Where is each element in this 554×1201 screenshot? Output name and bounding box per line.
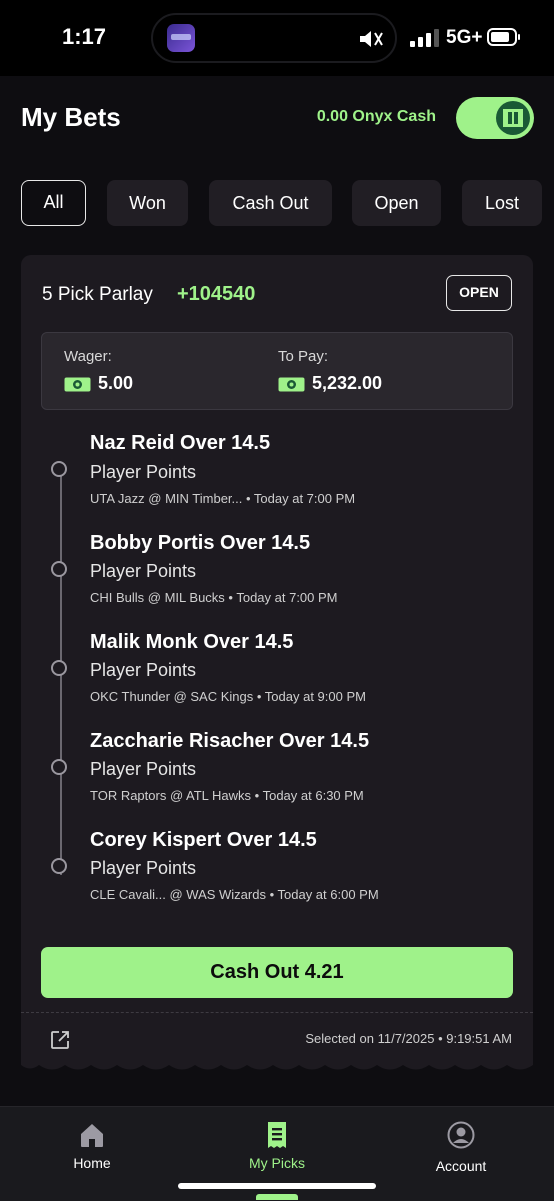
pick-title: Naz Reid Over 14.5 [90,432,271,454]
cash-icon [278,377,305,392]
pick-status-dot [51,759,67,775]
parlay-odds: +104540 [177,283,256,305]
ticket-icon [268,1122,286,1148]
pick-status-dot [51,461,67,477]
status-badge: OPEN [446,275,512,311]
to-pay-label: To Pay: [278,348,329,365]
filter-lost[interactable]: Lost [462,180,542,226]
network-type: 5G+ [446,27,483,48]
home-icon [81,1124,103,1147]
filter-open[interactable]: Open [352,180,441,226]
pick-status-dot [51,660,67,676]
wager-value: 5.00 [98,373,134,393]
tab-label: Account [435,1158,487,1174]
live-activity-app-icon [167,24,195,52]
pick-game-info: CHI Bulls @ MIL Bucks • Today at 7:00 PM [90,590,338,605]
pick-game-info: CLE Cavali... @ WAS Wizards • Today at 6… [90,887,379,902]
pick-market: Player Points [90,462,197,482]
tab-label: My Picks [249,1155,305,1171]
status-time: 1:17 [62,24,107,49]
pick-market: Player Points [90,561,197,581]
pick-market: Player Points [90,759,197,779]
filter-won[interactable]: Won [107,180,188,226]
cash-out-button[interactable]: Cash Out 4.21 [41,947,513,998]
pick-status-dot [51,561,67,577]
pick-title: Corey Kispert Over 14.5 [90,829,317,851]
cash-icon [64,377,91,392]
onyx-cash-toggle[interactable] [456,97,534,139]
home-indicator[interactable] [178,1183,376,1189]
signal-icon [410,29,439,47]
to-pay-value: 5,232.00 [312,373,383,393]
onyx-cash-icon [503,109,523,127]
selected-timestamp: Selected on 11/7/2025 • 9:19:51 AM [305,1031,512,1046]
pick-title: Malik Monk Over 14.5 [90,631,294,653]
pick-game-info: TOR Raptors @ ATL Hawks • Today at 6:30 … [90,788,364,803]
pick-title: Bobby Portis Over 14.5 [90,532,311,554]
tab-home[interactable]: Home [32,1107,152,1201]
floating-action-edge [256,1194,298,1200]
filter-all[interactable]: All [21,180,86,226]
pick-status-dot [51,858,67,874]
wager-label: Wager: [64,348,112,365]
pick-market: Player Points [90,660,197,680]
silent-mode-icon [360,31,383,47]
battery-icon [487,28,520,46]
account-icon [447,1121,475,1149]
bet-card[interactable]: 5 Pick Parlay +104540 OPEN Wager: 5.00 T… [21,255,533,1065]
page-title: My Bets [21,102,121,132]
pick-market: Player Points [90,858,197,878]
tab-account[interactable]: Account [401,1107,521,1201]
wager-summary: Wager: 5.00 To Pay: 5,232.00 [41,332,513,410]
parlay-title: 5 Pick Parlay [42,284,153,305]
pick-title: Zaccharie Risacher Over 14.5 [90,730,370,752]
toggle-knob [496,101,530,135]
pick-game-info: UTA Jazz @ MIN Timber... • Today at 7:00… [90,491,356,506]
onyx-cash-balance: 0.00 Onyx Cash [316,108,436,125]
divider [21,1012,533,1013]
filter-cash-out[interactable]: Cash Out [209,180,332,226]
tab-label: Home [73,1155,111,1171]
dynamic-island[interactable] [151,13,397,63]
pick-game-info: OKC Thunder @ SAC Kings • Today at 9:00 … [90,689,366,704]
share-icon[interactable] [50,1030,70,1050]
status-bar: 1:17 5G+ [0,0,554,76]
ticket-edge [21,1062,533,1070]
